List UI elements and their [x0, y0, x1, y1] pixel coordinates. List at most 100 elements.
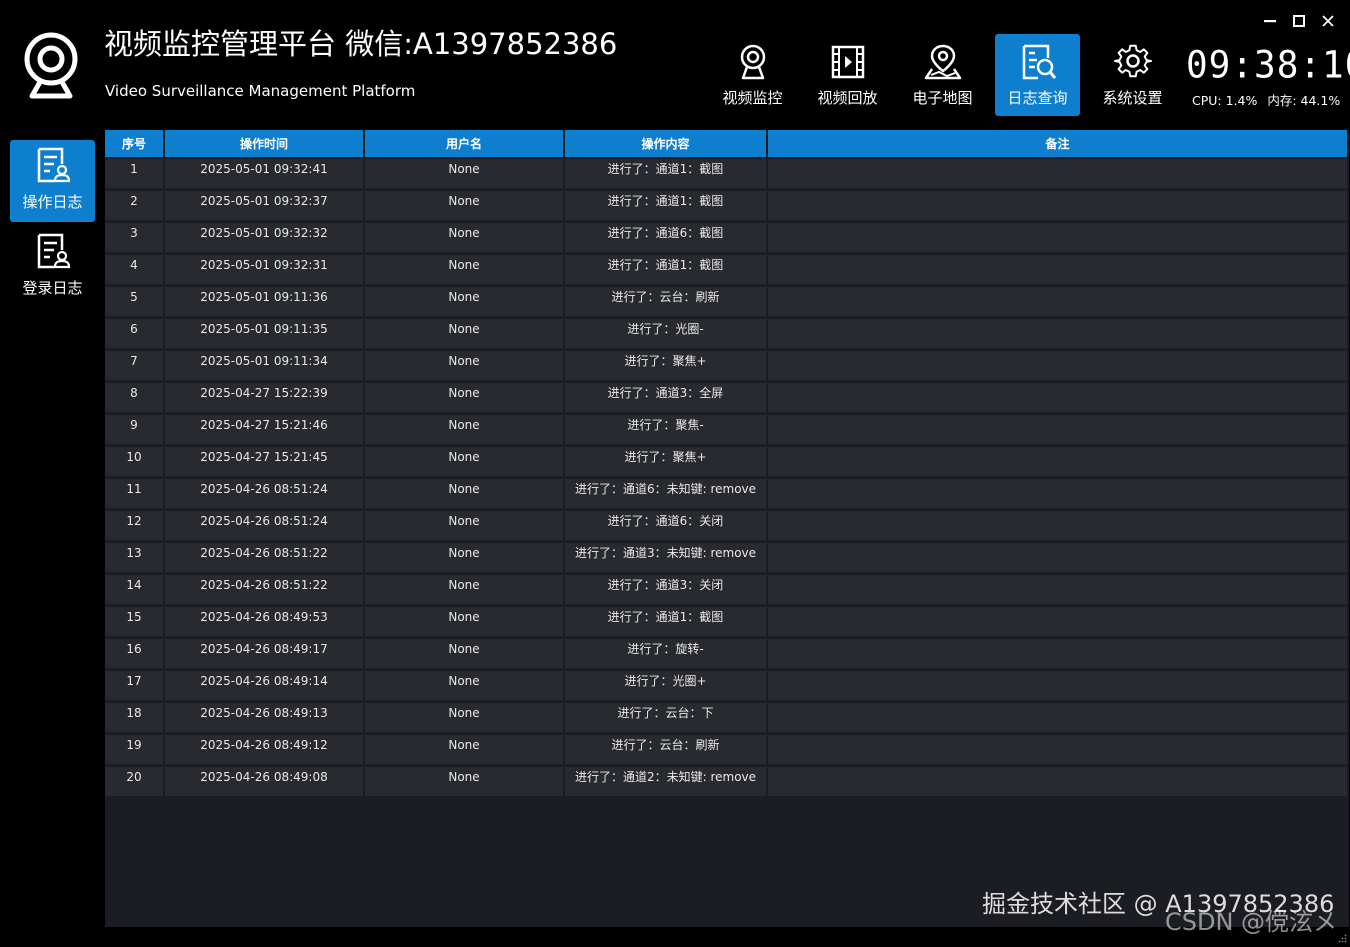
table-row[interactable]: 10 2025-04-27 15:21:45 None 进行了：聚焦+ [105, 444, 1347, 476]
cell-remark [768, 380, 1347, 412]
cell-username: None [365, 188, 563, 220]
cell-remark [768, 476, 1347, 508]
column-header-content[interactable]: 操作内容 [565, 130, 766, 157]
column-header-index[interactable]: 序号 [105, 130, 163, 157]
nav-label: 电子地图 [912, 89, 973, 107]
cell-content: 进行了：光圈+ [565, 668, 766, 700]
column-header-time[interactable]: 操作时间 [165, 130, 363, 157]
cell-time: 2025-05-01 09:11:34 [165, 348, 363, 380]
table-row[interactable]: 18 2025-04-26 08:49:13 None 进行了：云台：下 [105, 700, 1347, 732]
log-table-panel[interactable]: 序号 操作时间 用户名 操作内容 备注 1 2025-05-01 09:32:41… [105, 130, 1349, 927]
sidebar-item-operation-log[interactable]: 操作日志 [10, 140, 95, 222]
cell-time: 2025-04-26 08:49:08 [165, 764, 363, 796]
cell-username: None [365, 700, 563, 732]
table-row[interactable]: 19 2025-04-26 08:49:12 None 进行了：云台：刷新 [105, 732, 1347, 764]
cell-time: 2025-04-26 08:49:53 [165, 604, 363, 636]
cell-content: 进行了：云台：刷新 [565, 732, 766, 764]
nav-video-monitor[interactable]: 视频监控 [710, 34, 795, 116]
cell-username: None [365, 764, 563, 796]
cell-remark [768, 508, 1347, 540]
cell-remark [768, 188, 1347, 220]
table-row[interactable]: 5 2025-05-01 09:11:36 None 进行了：云台：刷新 [105, 284, 1347, 316]
cell-content: 进行了：聚焦+ [565, 348, 766, 380]
cell-index: 14 [105, 572, 163, 604]
table-row[interactable]: 14 2025-04-26 08:51:22 None 进行了：通道3：关闭 [105, 572, 1347, 604]
cell-content: 进行了：通道1：截图 [565, 188, 766, 220]
cell-index: 1 [105, 157, 163, 188]
table-row[interactable]: 12 2025-04-26 08:51:24 None 进行了：通道6：关闭 [105, 508, 1347, 540]
table-row[interactable]: 1 2025-05-01 09:32:41 None 进行了：通道1：截图 [105, 157, 1347, 188]
cell-time: 2025-05-01 09:32:41 [165, 157, 363, 188]
cell-content: 进行了：旋转- [565, 636, 766, 668]
cell-index: 6 [105, 316, 163, 348]
nav-system-settings[interactable]: 系统设置 [1090, 34, 1175, 116]
cell-username: None [365, 444, 563, 476]
maximize-button[interactable] [1284, 10, 1313, 32]
table-row[interactable]: 9 2025-04-27 15:21:46 None 进行了：聚焦- [105, 412, 1347, 444]
cell-time: 2025-04-26 08:49:12 [165, 732, 363, 764]
table-row[interactable]: 15 2025-04-26 08:49:53 None 进行了：通道1：截图 [105, 604, 1347, 636]
cell-index: 7 [105, 348, 163, 380]
cell-remark [768, 316, 1347, 348]
table-row[interactable]: 20 2025-04-26 08:49:08 None 进行了：通道2：未知键: re… [105, 764, 1347, 796]
cell-time: 2025-04-26 08:51:22 [165, 540, 363, 572]
log-search-icon [1022, 44, 1056, 80]
cell-content: 进行了：通道1：截图 [565, 604, 766, 636]
close-icon [1321, 15, 1334, 27]
cell-remark [768, 284, 1347, 316]
cell-content: 进行了：通道6：关闭 [565, 508, 766, 540]
cell-content: 进行了：光圈- [565, 316, 766, 348]
table-row[interactable]: 16 2025-04-26 08:49:17 None 进行了：旋转- [105, 636, 1347, 668]
cell-index: 11 [105, 476, 163, 508]
sidebar-item-label: 操作日志 [22, 193, 83, 211]
map-icon [924, 44, 961, 80]
cell-username: None [365, 668, 563, 700]
watermark-csdn: CSDN @傥泫メ [1165, 908, 1338, 936]
cell-index: 2 [105, 188, 163, 220]
resize-grip-icon[interactable] [1338, 928, 1347, 943]
cell-time: 2025-05-01 09:11:36 [165, 284, 363, 316]
nav-video-playback[interactable]: 视频回放 [805, 34, 890, 116]
cell-username: None [365, 348, 563, 380]
cell-index: 16 [105, 636, 163, 668]
table-row[interactable]: 3 2025-05-01 09:32:32 None 进行了：通道6：截图 [105, 220, 1347, 252]
table-row[interactable]: 2 2025-05-01 09:32:37 None 进行了：通道1：截图 [105, 188, 1347, 220]
table-row[interactable]: 8 2025-04-27 15:22:39 None 进行了：通道3：全屏 [105, 380, 1347, 412]
cell-remark [768, 604, 1347, 636]
cell-index: 8 [105, 380, 163, 412]
cell-remark [768, 764, 1347, 796]
cell-index: 5 [105, 284, 163, 316]
table-row[interactable]: 6 2025-05-01 09:11:35 None 进行了：光圈- [105, 316, 1347, 348]
cell-index: 10 [105, 444, 163, 476]
table-row[interactable]: 13 2025-04-26 08:51:22 None 进行了：通道3：未知键: re… [105, 540, 1347, 572]
table-row[interactable]: 11 2025-04-26 08:51:24 None 进行了：通道6：未知键: re… [105, 476, 1347, 508]
minimize-icon [1263, 20, 1276, 23]
column-header-username[interactable]: 用户名 [365, 130, 563, 157]
cell-content: 进行了：通道1：截图 [565, 157, 766, 188]
cell-content: 进行了：通道6：未知键: remove [565, 476, 766, 508]
cell-content: 进行了：通道6：截图 [565, 220, 766, 252]
close-button[interactable] [1313, 10, 1342, 32]
minimize-button[interactable] [1255, 10, 1284, 32]
cell-index: 15 [105, 604, 163, 636]
cell-content: 进行了：云台：刷新 [565, 284, 766, 316]
cell-index: 4 [105, 252, 163, 284]
table-row[interactable]: 17 2025-04-26 08:49:14 None 进行了：光圈+ [105, 668, 1347, 700]
table-body: 1 2025-05-01 09:32:41 None 进行了：通道1：截图 2 2025-… [105, 157, 1347, 796]
column-header-remark[interactable]: 备注 [768, 130, 1347, 157]
log-table: 序号 操作时间 用户名 操作内容 备注 1 2025-05-01 09:32:41… [105, 130, 1349, 796]
cell-remark [768, 444, 1347, 476]
operation-log-icon [37, 147, 70, 183]
nav-e-map[interactable]: 电子地图 [900, 34, 985, 116]
cell-remark [768, 540, 1347, 572]
sidebar: 操作日志 登录日志 [10, 140, 95, 312]
table-row[interactable]: 4 2025-05-01 09:32:31 None 进行了：通道1：截图 [105, 252, 1347, 284]
cell-index: 19 [105, 732, 163, 764]
sidebar-item-login-log[interactable]: 登录日志 [10, 226, 95, 308]
nav-log-query[interactable]: 日志查询 [995, 34, 1080, 116]
cpu-usage: CPU: 1.4% [1192, 93, 1258, 108]
nav-label: 视频回放 [817, 89, 878, 107]
cell-index: 17 [105, 668, 163, 700]
table-row[interactable]: 7 2025-05-01 09:11:34 None 进行了：聚焦+ [105, 348, 1347, 380]
cell-username: None [365, 572, 563, 604]
